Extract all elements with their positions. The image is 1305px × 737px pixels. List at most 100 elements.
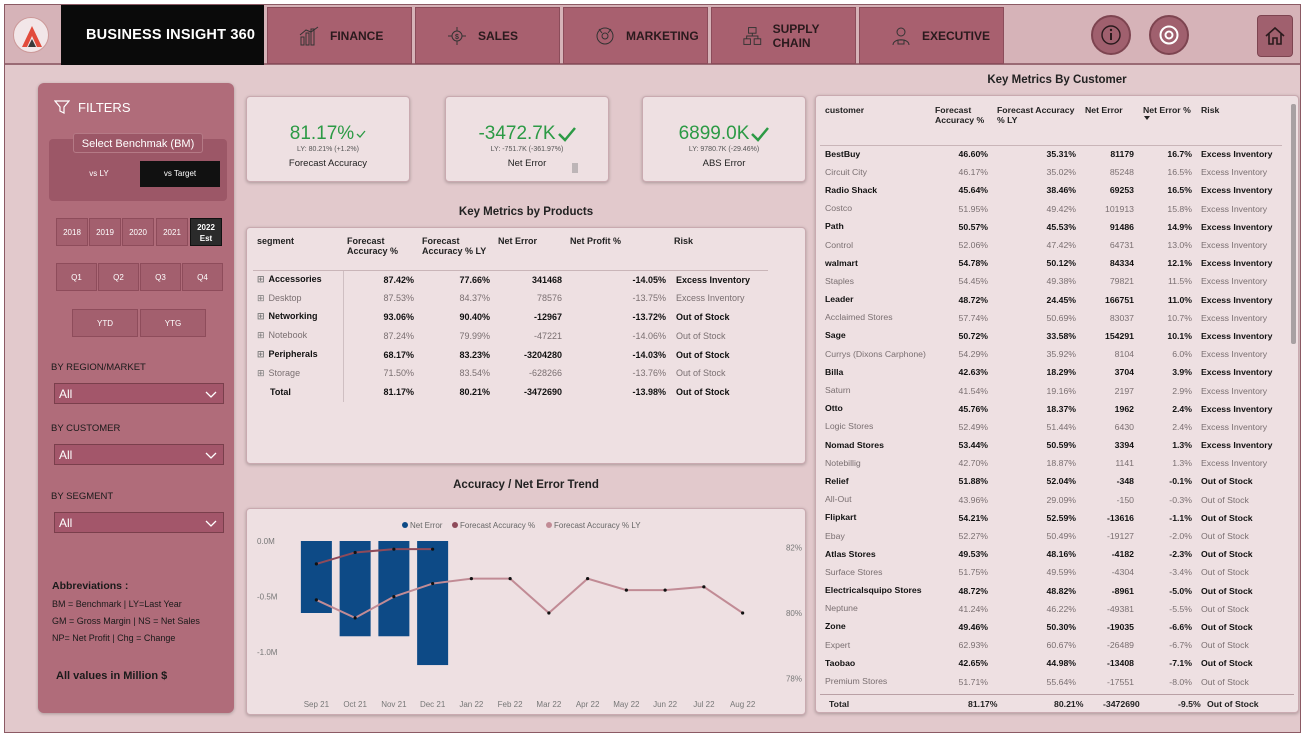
table-row[interactable]: BestBuy 46.60% 35.31% 81179 16.7% Excess Inve… [820, 145, 1282, 163]
y-right-tick-label: 80% [786, 609, 802, 618]
year-2019-button[interactable]: 2019 [89, 218, 121, 246]
table-row[interactable]: Acclaimed Stores 57.74% 50.69% 83037 10.7% Ex… [820, 309, 1282, 327]
col-header[interactable]: Net Error [1080, 102, 1138, 146]
expand-icon[interactable]: ⊞ [257, 274, 265, 284]
table-row[interactable]: Ebay 52.27% 50.49% -19127 -2.0% Out of Stock [820, 527, 1282, 545]
table-cell: -1.1% [1169, 512, 1192, 523]
customer-select[interactable]: All [54, 444, 224, 465]
table-row[interactable]: Total 81.17% 80.21% -3472690 -13.98% Out of S… [253, 382, 768, 402]
table-row[interactable]: Neptune 41.24% 46.22% -49381 -5.5% Out of Sto… [820, 600, 1282, 618]
table-row[interactable]: Control 52.06% 47.42% 64731 13.0% Excess Inve… [820, 236, 1282, 254]
table-row[interactable]: Costco 51.95% 49.42% 101913 15.8% Excess Inve… [820, 200, 1282, 218]
table-row[interactable]: Billa 42.63% 18.29% 3704 3.9% Excess Inventor… [820, 363, 1282, 381]
table-cell: 45.53% [1046, 221, 1076, 232]
year-2020-button[interactable]: 2020 [122, 218, 154, 246]
table-row[interactable]: Premium Stores 51.71% 55.64% -17551 -8.0% Out… [820, 672, 1282, 690]
col-header[interactable]: Risk [1196, 102, 1282, 146]
table-row[interactable]: ⊞ Accessories 87.42% 77.66% 341468 -14.05% Exc… [253, 270, 768, 289]
expand-icon[interactable]: ⊞ [257, 311, 265, 321]
table-row[interactable]: Currys (Dixons Carphone) 54.29% 35.92% 8104… [820, 345, 1282, 363]
table-row[interactable]: All-Out 43.96% 29.09% -150 -0.3% Out of Stock [820, 491, 1282, 509]
customer-name: walmart [825, 257, 858, 268]
table-row[interactable]: Otto 45.76% 18.37% 1962 2.4% Excess Inventory [820, 400, 1282, 418]
col-header[interactable]: Net Error % [1138, 102, 1196, 146]
support-button[interactable] [1149, 15, 1189, 55]
support-lifebuoy-icon [1159, 25, 1179, 45]
home-button[interactable] [1257, 15, 1293, 57]
table-row[interactable]: ⊞ Desktop 87.53% 84.37% 78576 -13.75% Excess I… [253, 288, 768, 308]
table-row[interactable]: Sage 50.72% 33.58% 154291 10.1% Excess Invent… [820, 327, 1282, 345]
scrollbar[interactable] [1291, 104, 1296, 344]
year-2022-est-button[interactable]: 2022 Est [190, 218, 222, 246]
table-cell: 101913 [1105, 203, 1134, 214]
year-2021-button[interactable]: 2021 [156, 218, 188, 246]
table-row[interactable]: walmart 54.78% 50.12% 84334 12.1% Excess Inve… [820, 254, 1282, 272]
col-header[interactable]: customer [820, 102, 930, 146]
table-row[interactable]: ⊞ Notebook 87.24% 79.99% -47221 -14.06% Out of… [253, 326, 768, 346]
nav-supply-chain-button[interactable]: SUPPLY CHAIN [711, 7, 856, 64]
ytg-button[interactable]: YTG [140, 309, 206, 337]
table-row[interactable]: Expert 62.93% 60.67% -26489 -6.7% Out of Stoc… [820, 636, 1282, 654]
table-row[interactable]: Nomad Stores 53.44% 50.59% 3394 1.3% Excess I… [820, 436, 1282, 454]
nav-marketing-button[interactable]: MARKETING [563, 7, 708, 64]
table-row[interactable]: Logic Stores 52.49% 51.44% 6430 2.4% Excess I… [820, 418, 1282, 436]
expand-icon[interactable]: ⊞ [257, 293, 265, 303]
table-row[interactable]: Electricalsquipo Stores 48.72% 48.82% -8961… [820, 582, 1282, 600]
region-select[interactable]: All [54, 383, 224, 404]
benchmark-vs-target-button[interactable]: vs Target [140, 161, 220, 187]
col-header[interactable]: Net Profit % [566, 236, 670, 271]
table-row[interactable]: Notebillig 42.70% 18.87% 1141 1.3% Excess Inv… [820, 454, 1282, 472]
col-header[interactable]: Risk [670, 236, 768, 271]
table-cell: 49.59% [1046, 567, 1076, 578]
table-row[interactable]: Staples 54.45% 49.38% 79821 11.5% Excess Inve… [820, 272, 1282, 290]
table-row[interactable]: Taobao 42.65% 44.98% -13408 -7.1% Out of Stoc… [820, 654, 1282, 672]
quarter-q1-button[interactable]: Q1 [56, 263, 97, 291]
table-row[interactable]: Atlas Stores 49.53% 48.16% -4182 -2.3% Out of… [820, 545, 1282, 563]
table-cell: Excess Inventory [1201, 203, 1268, 214]
col-header[interactable]: Forecast Accuracy % [343, 236, 418, 271]
table-cell: 11.5% [1168, 276, 1192, 287]
ytd-button[interactable]: YTD [72, 309, 138, 337]
col-header[interactable]: Forecast Accuracy % [930, 102, 992, 146]
col-header[interactable]: segment [253, 236, 343, 271]
table-row[interactable]: Leader 48.72% 24.45% 166751 11.0% Excess Inve… [820, 291, 1282, 309]
table-cell: 62.93% [958, 640, 988, 651]
customer-name: Surface Stores [825, 566, 883, 577]
table-cell: 48.72% [958, 585, 988, 596]
expand-icon[interactable]: ⊞ [257, 368, 265, 378]
table-cell: 84334 [1109, 258, 1134, 269]
segment-select[interactable]: All [54, 512, 224, 533]
filters-title: FILTERS [78, 99, 131, 115]
kpi-net-error: -3472.7K LY: -751.7K (-361.97%) Net Erro… [445, 96, 609, 182]
table-row[interactable]: Surface Stores 51.75% 49.59% -4304 -3.4% Out … [820, 563, 1282, 581]
expand-icon[interactable]: ⊞ [257, 330, 265, 340]
top-nav-bar: BUSINESS INSIGHT 360 FINANCE $ SALES MAR… [5, 5, 1300, 65]
table-cell: Excess Inventory [1201, 276, 1268, 287]
col-header[interactable]: Forecast Accuracy % LY [992, 102, 1080, 146]
table-row[interactable]: Flipkart 54.21% 52.59% -13616 -1.1% Out of St… [820, 509, 1282, 527]
table-row[interactable]: Circuit City 46.17% 35.02% 85248 16.5% Excess… [820, 163, 1282, 181]
quarter-q4-button[interactable]: Q4 [182, 263, 223, 291]
quarter-q2-button[interactable]: Q2 [98, 263, 139, 291]
nav-sales-button[interactable]: $ SALES [415, 7, 560, 64]
table-cell: -13.75% [632, 293, 666, 304]
nav-finance-button[interactable]: FINANCE [267, 7, 412, 64]
col-header[interactable]: Forecast Accuracy % LY [418, 236, 494, 271]
col-header[interactable]: Net Error [494, 236, 566, 271]
table-cell: 6430 [1114, 421, 1134, 432]
table-row[interactable]: Saturn 41.54% 19.16% 2197 2.9% Excess Invento… [820, 381, 1282, 399]
table-cell: Excess Inventory [1201, 312, 1268, 323]
expand-icon[interactable]: ⊞ [257, 349, 265, 359]
table-row[interactable]: ⊞ Networking 93.06% 90.40% -12967 -13.72% Out … [253, 307, 768, 327]
year-2018-button[interactable]: 2018 [56, 218, 88, 246]
table-row[interactable]: ⊞ Peripherals 68.17% 83.23% -3204280 -14.03% O… [253, 345, 768, 364]
table-row[interactable]: Relief 51.88% 52.04% -348 -0.1% Out of Stock [820, 472, 1282, 490]
table-row[interactable]: Radio Shack 45.64% 38.46% 69253 16.5% Excess … [820, 181, 1282, 199]
table-row[interactable]: Zone 49.46% 50.30% -19035 -6.6% Out of Stock [820, 618, 1282, 636]
nav-executive-button[interactable]: EXECUTIVE [859, 7, 1004, 64]
quarter-q3-button[interactable]: Q3 [140, 263, 181, 291]
benchmark-vs-ly-button[interactable]: vs LY [59, 161, 139, 187]
info-button[interactable] [1091, 15, 1131, 55]
table-row[interactable]: Path 50.57% 45.53% 91486 14.9% Excess Invento… [820, 218, 1282, 236]
table-row[interactable]: ⊞ Storage 71.50% 83.54% -628266 -13.76% Out of… [253, 363, 768, 383]
